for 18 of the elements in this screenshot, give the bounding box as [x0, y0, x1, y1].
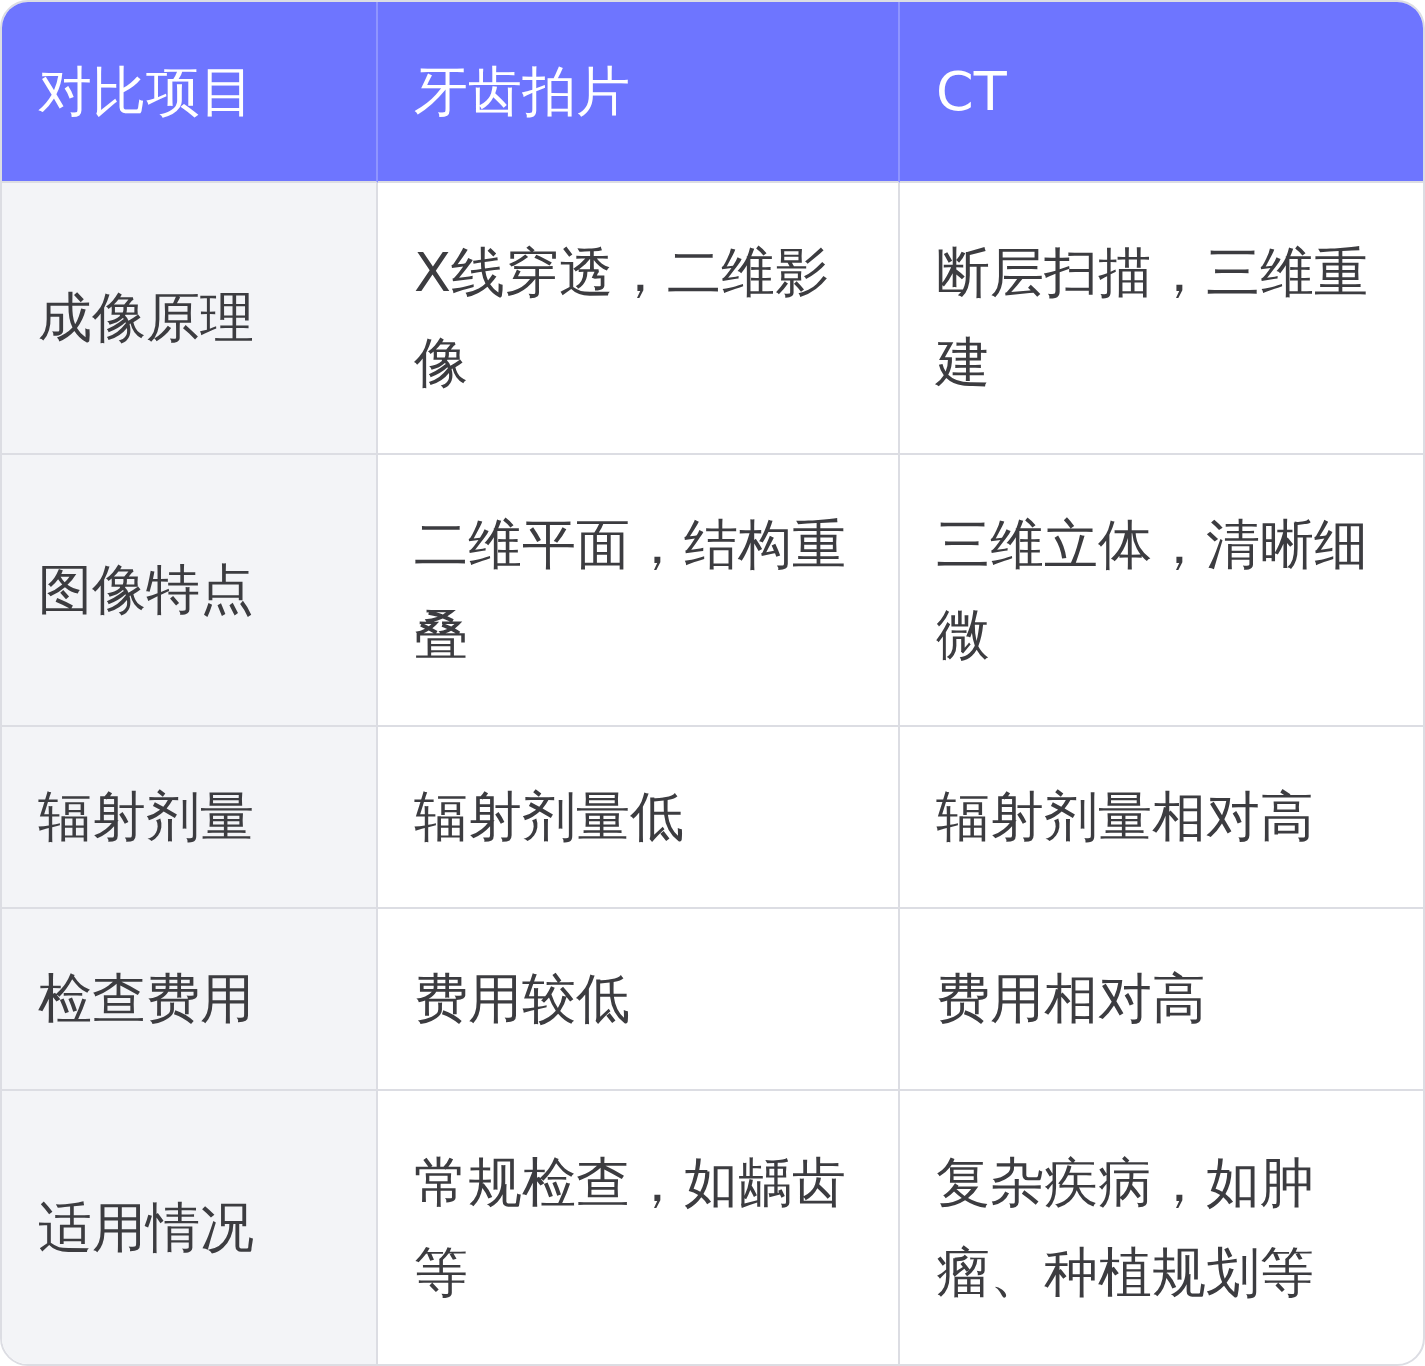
row-header: 成像原理	[2, 183, 378, 455]
table-cell: 费用相对高	[900, 909, 1423, 1091]
table-cell: 常规检查，如龋齿等	[378, 1091, 900, 1364]
table-cell: 二维平面，结构重叠	[378, 455, 900, 727]
table-cell: 三维立体，清晰细微	[900, 455, 1423, 727]
table-cell: 辐射剂量低	[378, 727, 900, 909]
row-header: 辐射剂量	[2, 727, 378, 909]
column-header: 牙齿拍片	[378, 2, 900, 183]
table-cell: X线穿透，二维影像	[378, 183, 900, 455]
row-header: 适用情况	[2, 1091, 378, 1364]
table-cell-text: 复杂疾病，如肿瘤、种植规划等	[935, 1149, 1315, 1306]
table-cell: 费用较低	[378, 909, 900, 1091]
column-header: CT	[900, 2, 1423, 183]
column-header: 对比项目	[2, 2, 378, 183]
row-header: 检查费用	[2, 909, 378, 1091]
row-header: 图像特点	[2, 455, 378, 727]
table-cell: 辐射剂量相对高	[900, 727, 1423, 909]
table-cell: 断层扫描，三维重建	[900, 183, 1423, 455]
